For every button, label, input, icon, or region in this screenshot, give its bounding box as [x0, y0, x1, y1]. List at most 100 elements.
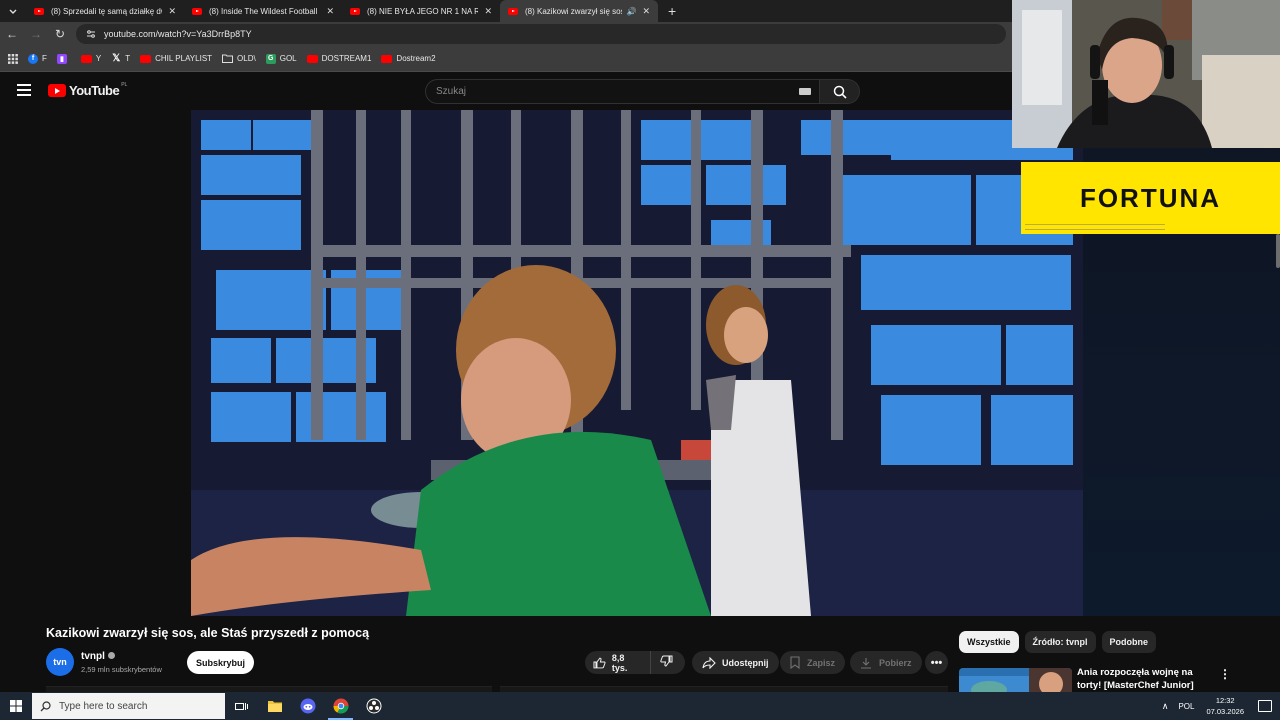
- discord-icon: [300, 698, 315, 714]
- taskbar-search-input[interactable]: Type here to search: [32, 693, 225, 719]
- browser-tab[interactable]: (8) Sprzedali tę samą działkę dwa razy ✕: [26, 0, 184, 22]
- obs-icon: [366, 698, 381, 714]
- bookmark-x[interactable]: 𝕏T: [111, 53, 130, 64]
- video-player[interactable]: [191, 110, 1083, 616]
- bookmark-label: CHIL PLAYLIST: [155, 54, 213, 63]
- windows-taskbar: Type here to search ∧ POL 12:32 07.03.20…: [0, 692, 1280, 720]
- chip-source[interactable]: Źródło: tvnpl: [1024, 631, 1096, 653]
- youtube-icon: [80, 54, 92, 63]
- bookmark-folder-old[interactable]: OLD\: [222, 54, 256, 63]
- youtube-icon: [306, 54, 318, 63]
- chrome-icon: [333, 698, 348, 714]
- related-filter-chips: Wszystkie Źródło: tvnpl Podobne: [959, 631, 1162, 653]
- bookmark-label: F: [42, 54, 47, 63]
- country-code: PL: [121, 81, 128, 88]
- share-icon: [702, 656, 716, 669]
- browser-toolbar: ← → ↻ youtube.com/watch?v=Ya3DrrBp8TY: [0, 22, 1012, 46]
- keyboard-icon[interactable]: [799, 88, 811, 95]
- speaker-icon[interactable]: 🔊: [626, 7, 636, 16]
- close-icon[interactable]: ✕: [484, 6, 492, 17]
- bookmark-gol[interactable]: G GOL: [265, 53, 297, 64]
- recommended-video-title[interactable]: Ania rozpoczęła wojnę na torty! [MasterC…: [1077, 666, 1217, 692]
- youtube-masthead: YouTube PL Szukaj: [0, 72, 1012, 110]
- verified-icon: [107, 652, 115, 659]
- page-scrollbar[interactable]: [1276, 234, 1280, 268]
- reload-button[interactable]: ↻: [48, 27, 72, 41]
- taskbar-file-explorer[interactable]: [258, 692, 291, 720]
- more-vertical-icon[interactable]: ⋮: [1219, 667, 1231, 681]
- chip-all[interactable]: Wszystkie: [959, 631, 1019, 653]
- browser-tab[interactable]: (8) NIE BYŁA JEGO NR 1 NA RANKINGU ✕: [342, 0, 500, 22]
- share-label: Udostępnij: [722, 657, 769, 668]
- youtube-logo[interactable]: YouTube PL: [48, 81, 128, 98]
- site-info-icon[interactable]: [86, 29, 96, 39]
- browser-tab-active[interactable]: (8) Kazikowi zwarzył się sos, ale Staś p…: [500, 0, 658, 22]
- dislike-button[interactable]: [651, 655, 673, 670]
- bookmark-twitch[interactable]: ▮: [56, 53, 71, 64]
- close-icon[interactable]: ✕: [326, 6, 334, 17]
- channel-avatar[interactable]: tvn: [46, 648, 74, 676]
- twitch-icon: ▮: [56, 53, 67, 64]
- subscriber-count: 2,59 mln subskrybentów: [81, 665, 162, 674]
- tab-title: (8) NIE BYŁA JEGO NR 1 NA RANKINGU: [367, 6, 479, 16]
- bookmark-label: Y: [95, 54, 102, 63]
- like-button[interactable]: 8,8 tys.: [585, 651, 651, 674]
- search-button[interactable]: [820, 79, 860, 104]
- chevron-down-icon: [9, 9, 17, 14]
- tab-title: (8) Sprzedali tę samą działkę dwa razy: [51, 6, 162, 16]
- start-button[interactable]: [0, 692, 32, 720]
- like-dislike-group: 8,8 tys.: [585, 651, 685, 674]
- bookmark-icon: [790, 656, 800, 669]
- url-text: youtube.com/watch?v=Ya3DrrBp8TY: [104, 29, 252, 39]
- chip-similar[interactable]: Podobne: [1101, 631, 1157, 653]
- youtube-icon: [381, 54, 393, 63]
- notification-icon[interactable]: [1258, 700, 1272, 712]
- search-icon: [40, 700, 51, 711]
- task-view-button[interactable]: [225, 692, 258, 720]
- bookmark-label: DOSTREAM1: [321, 54, 372, 63]
- recommended-video-thumbnail[interactable]: [959, 668, 1072, 692]
- clock-time: 12:32: [1215, 696, 1235, 705]
- download-label: Pobierz: [879, 657, 912, 668]
- logo-text: YouTube: [69, 83, 120, 98]
- bookmark-facebook[interactable]: fF: [28, 53, 47, 64]
- clock[interactable]: 12:32 07.03.2026: [1206, 695, 1244, 717]
- download-button[interactable]: Pobierz: [850, 651, 922, 674]
- apps-button[interactable]: [8, 53, 18, 64]
- tab-search-button[interactable]: [0, 0, 26, 22]
- folder-icon: [222, 54, 234, 63]
- thumbs-up-icon: [593, 657, 606, 668]
- subscribe-button[interactable]: Subskrybuj: [187, 651, 254, 674]
- input-language[interactable]: POL: [1178, 702, 1194, 711]
- bookmarks-bar: fF ▮ Y 𝕏T CHIL PLAYLIST OLD\ G GOL DOSTRE…: [0, 46, 1012, 72]
- bookmark-chil-playlist[interactable]: CHIL PLAYLIST: [140, 54, 212, 63]
- more-actions-button[interactable]: •••: [925, 651, 948, 674]
- back-button[interactable]: ←: [0, 27, 24, 41]
- bookmark-label: Dostream2: [396, 54, 436, 63]
- bookmark-dostream1[interactable]: DOSTREAM1: [306, 54, 372, 63]
- bookmark-label: OLD\: [237, 54, 256, 63]
- address-bar[interactable]: youtube.com/watch?v=Ya3DrrBp8TY: [76, 24, 1006, 44]
- taskbar-app-chrome[interactable]: [324, 692, 357, 720]
- taskbar-app-obs[interactable]: [357, 692, 390, 720]
- search-input[interactable]: Szukaj: [425, 79, 820, 104]
- forward-button[interactable]: →: [24, 27, 48, 41]
- share-button[interactable]: Udostępnij: [692, 651, 779, 674]
- bookmark-youtube[interactable]: Y: [80, 54, 102, 63]
- close-icon[interactable]: ✕: [642, 6, 650, 17]
- bookmark-dostream2[interactable]: Dostream2: [381, 54, 436, 63]
- new-tab-button[interactable]: +: [658, 3, 686, 19]
- save-button[interactable]: Zapisz: [780, 651, 846, 674]
- more-horizontal-icon: •••: [930, 656, 943, 669]
- taskbar-app-discord[interactable]: [291, 692, 324, 720]
- task-view-icon: [235, 702, 248, 710]
- video-frame: [191, 110, 1083, 616]
- channel-name[interactable]: tvnpl: [81, 651, 115, 662]
- apps-grid-icon: [8, 53, 18, 64]
- close-icon[interactable]: ✕: [168, 6, 176, 17]
- youtube-icon: [508, 7, 518, 15]
- chevron-up-icon[interactable]: ∧: [1162, 701, 1169, 712]
- download-icon: [861, 657, 871, 669]
- browser-tab[interactable]: (8) Inside The Wildest Football Club ✕: [184, 0, 342, 22]
- menu-icon[interactable]: [17, 84, 31, 96]
